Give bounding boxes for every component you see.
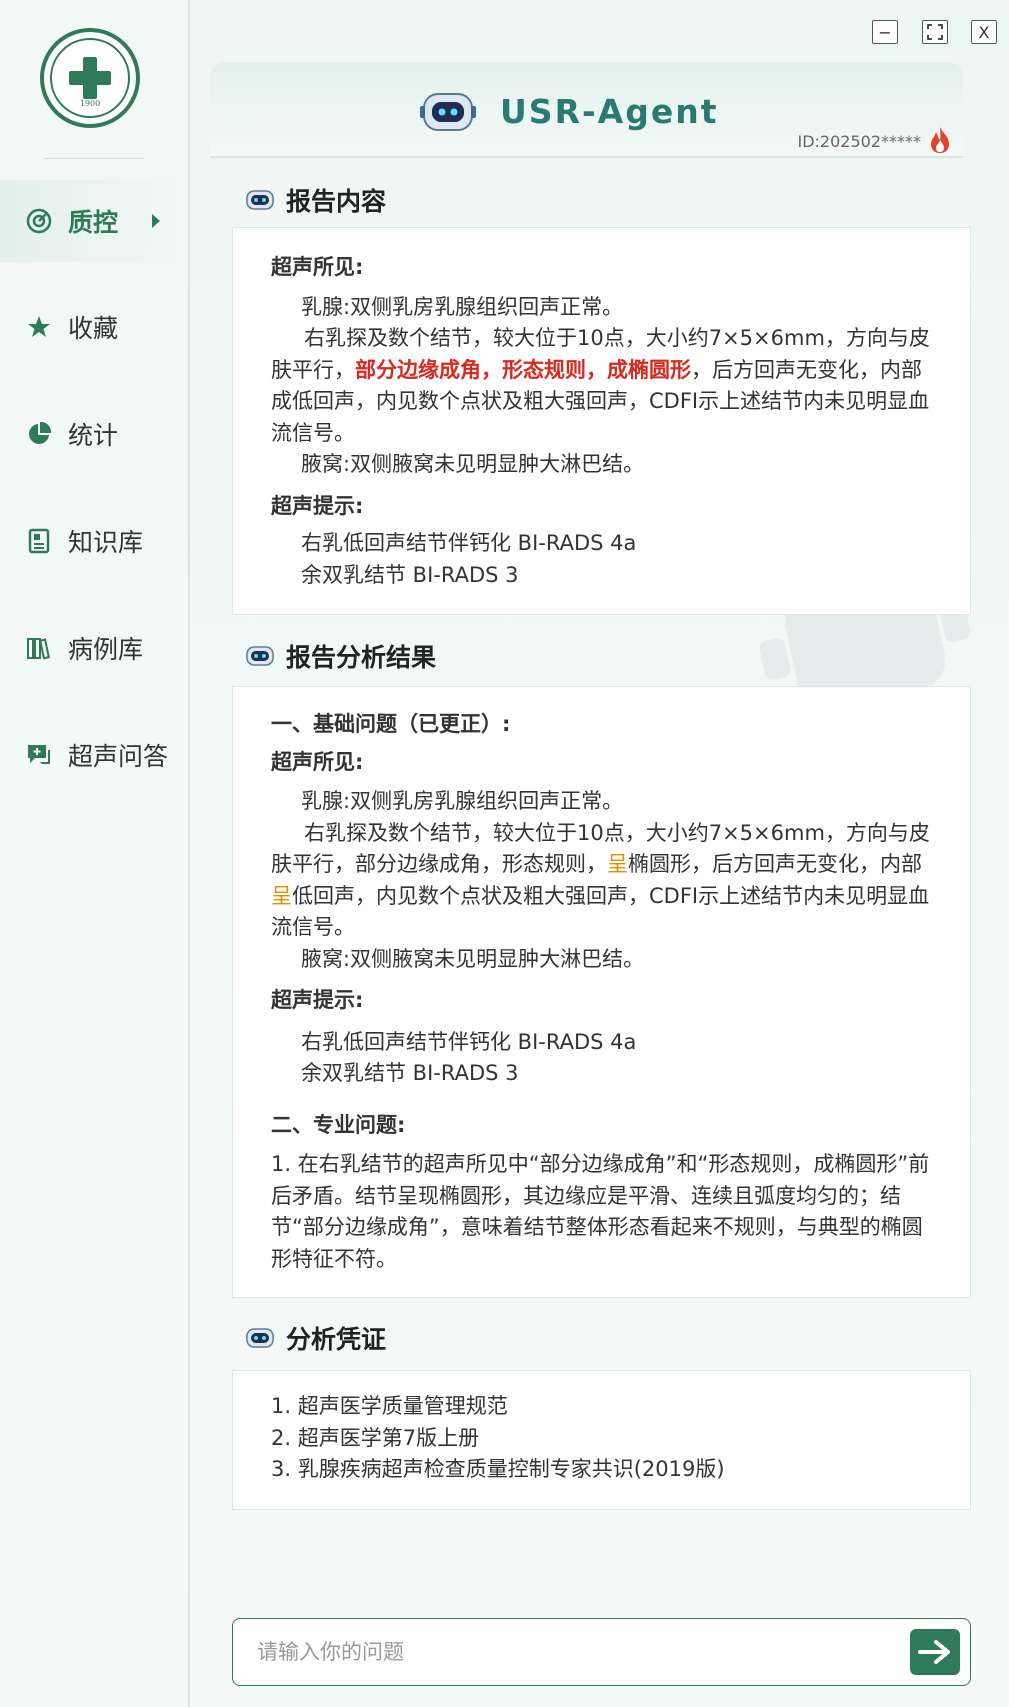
app-window: 1900 质控 收藏 统计 知识库 病例库 超声问答 − X USR-Agent… <box>0 0 1009 1707</box>
header: USR-Agent ID:202502***** <box>210 62 963 158</box>
report-line-nodule: 右乳探及数个结节，较大位于10点，大小约7×5×6mm，方向与皮肤平行，部分边缘… <box>271 323 942 449</box>
robot-icon <box>246 1328 274 1348</box>
minimize-button[interactable]: − <box>872 20 898 44</box>
section-title-text: 分析凭证 <box>286 1325 387 1354</box>
report-line-highlight: 部分边缘成角，形态规则，成椭圆形 <box>355 357 691 382</box>
sidebar-item-quality-control[interactable]: 质控 <box>0 180 190 262</box>
hint-line: 右乳低回声结节伴钙化 BI-RADS 4a <box>301 531 637 555</box>
sidebar-item-favorites[interactable]: 收藏 <box>0 286 190 368</box>
maximize-button[interactable] <box>922 20 948 44</box>
cross-icon <box>69 57 111 99</box>
pie-chart-icon <box>26 421 52 447</box>
section-title-text: 报告分析结果 <box>286 643 437 672</box>
books-icon <box>26 635 52 661</box>
evidence-card: 1. 超声医学质量管理规范 2. 超声医学第7版上册 3. 乳腺疾病超声检查质量… <box>232 1370 971 1510</box>
document-icon <box>26 528 52 554</box>
analysis-line-axilla: 腋窝:双侧腋窝未见明显肿大淋巴结。 <box>301 946 645 971</box>
sidebar-item-label: 统计 <box>68 421 119 450</box>
report-line-axilla: 腋窝:双侧腋窝未见明显肿大淋巴结。 <box>301 452 645 476</box>
close-button[interactable]: X <box>971 20 997 44</box>
findings-label: 超声所见: <box>271 749 364 774</box>
hint-label: 超声提示: <box>271 493 364 518</box>
sidebar-item-ultrasound-qa[interactable]: 超声问答 <box>0 714 190 796</box>
hint-line: 余双乳结节 BI-RADS 3 <box>301 1061 519 1085</box>
hint-label: 超声提示: <box>271 988 364 1012</box>
question-input-box <box>232 1618 971 1686</box>
target-icon <box>26 208 52 234</box>
analysis-line-correction: 呈 <box>607 852 628 876</box>
flame-icon <box>931 127 949 153</box>
analysis-line-text: 椭圆形，后方回声无变化，内部 <box>628 852 922 876</box>
sidebar: 1900 质控 收藏 统计 知识库 病例库 超声问答 <box>0 0 190 1707</box>
section-title-evidence: 分析凭证 <box>244 1320 386 1356</box>
pro-issue-text: 1. 在右乳结节的超声所见中“部分边缘成角”和“形态规则，成椭圆形”前后矛盾。结… <box>271 1152 930 1271</box>
evidence-item: 2. 超声医学第7版上册 <box>271 1425 480 1450</box>
analysis-line-nodule: 右乳探及数个结节，较大位于10点，大小约7×5×6mm，方向与皮肤平行，部分边缘… <box>271 818 942 944</box>
sidebar-item-statistics[interactable]: 统计 <box>0 393 190 475</box>
section-title-analysis: 报告分析结果 <box>244 638 436 674</box>
robot-icon <box>246 646 274 666</box>
basic-issue-label: 一、基础问题（已更正）: <box>271 712 511 736</box>
analysis-line-correction: 呈 <box>271 883 292 908</box>
sidebar-item-case-library[interactable]: 病例库 <box>0 607 190 689</box>
logo-year: 1900 <box>79 99 101 108</box>
pro-issue-label: 二、专业问题: <box>271 1112 406 1137</box>
arrow-right-icon <box>918 1640 950 1664</box>
question-input[interactable] <box>257 1640 857 1664</box>
send-button[interactable] <box>910 1629 960 1675</box>
section-title-text: 报告内容 <box>286 187 387 216</box>
sidebar-item-label: 病例库 <box>68 635 144 664</box>
evidence-item: 3. 乳腺疾病超声检查质量控制专家共识(2019版) <box>271 1457 725 1481</box>
sidebar-item-label: 质控 <box>68 208 119 237</box>
findings-label: 超声所见: <box>271 255 364 279</box>
report-card: 超声所见: 乳腺:双侧乳房乳腺组织回声正常。 右乳探及数个结节，较大位于10点，… <box>232 227 971 615</box>
sidebar-item-knowledge-base[interactable]: 知识库 <box>0 500 190 582</box>
app-title: USR-Agent <box>500 92 719 131</box>
analysis-line-text: 低回声，内见数个点状及粗大强回声，CDFI示上述结节内未见明显血流信号。 <box>271 883 930 940</box>
hospital-logo: 1900 <box>40 28 140 128</box>
analysis-card: 一、基础问题（已更正）: 超声所见: 乳腺:双侧乳房乳腺组织回声正常。 右乳探及… <box>232 686 971 1298</box>
robot-icon <box>246 190 274 210</box>
maximize-icon <box>927 24 943 40</box>
star-icon <box>26 314 52 340</box>
analysis-line-breast: 乳腺:双侧乳房乳腺组织回声正常。 <box>301 789 624 813</box>
hint-line: 余双乳结节 BI-RADS 3 <box>301 562 519 587</box>
evidence-item: 1. 超声医学质量管理规范 <box>271 1394 508 1418</box>
caret-right-icon <box>152 214 160 228</box>
sidebar-item-label: 超声问答 <box>68 742 169 771</box>
sidebar-divider <box>44 158 144 159</box>
sidebar-item-label: 收藏 <box>68 314 119 343</box>
section-title-report: 报告内容 <box>244 182 386 218</box>
report-line-breast: 乳腺:双侧乳房乳腺组织回声正常。 <box>301 294 624 319</box>
user-id: ID:202502***** <box>797 132 921 151</box>
chat-plus-icon <box>26 742 52 768</box>
sidebar-item-label: 知识库 <box>68 528 144 557</box>
hint-line: 右乳低回声结节伴钙化 BI-RADS 4a <box>301 1029 637 1054</box>
robot-icon <box>420 93 476 131</box>
